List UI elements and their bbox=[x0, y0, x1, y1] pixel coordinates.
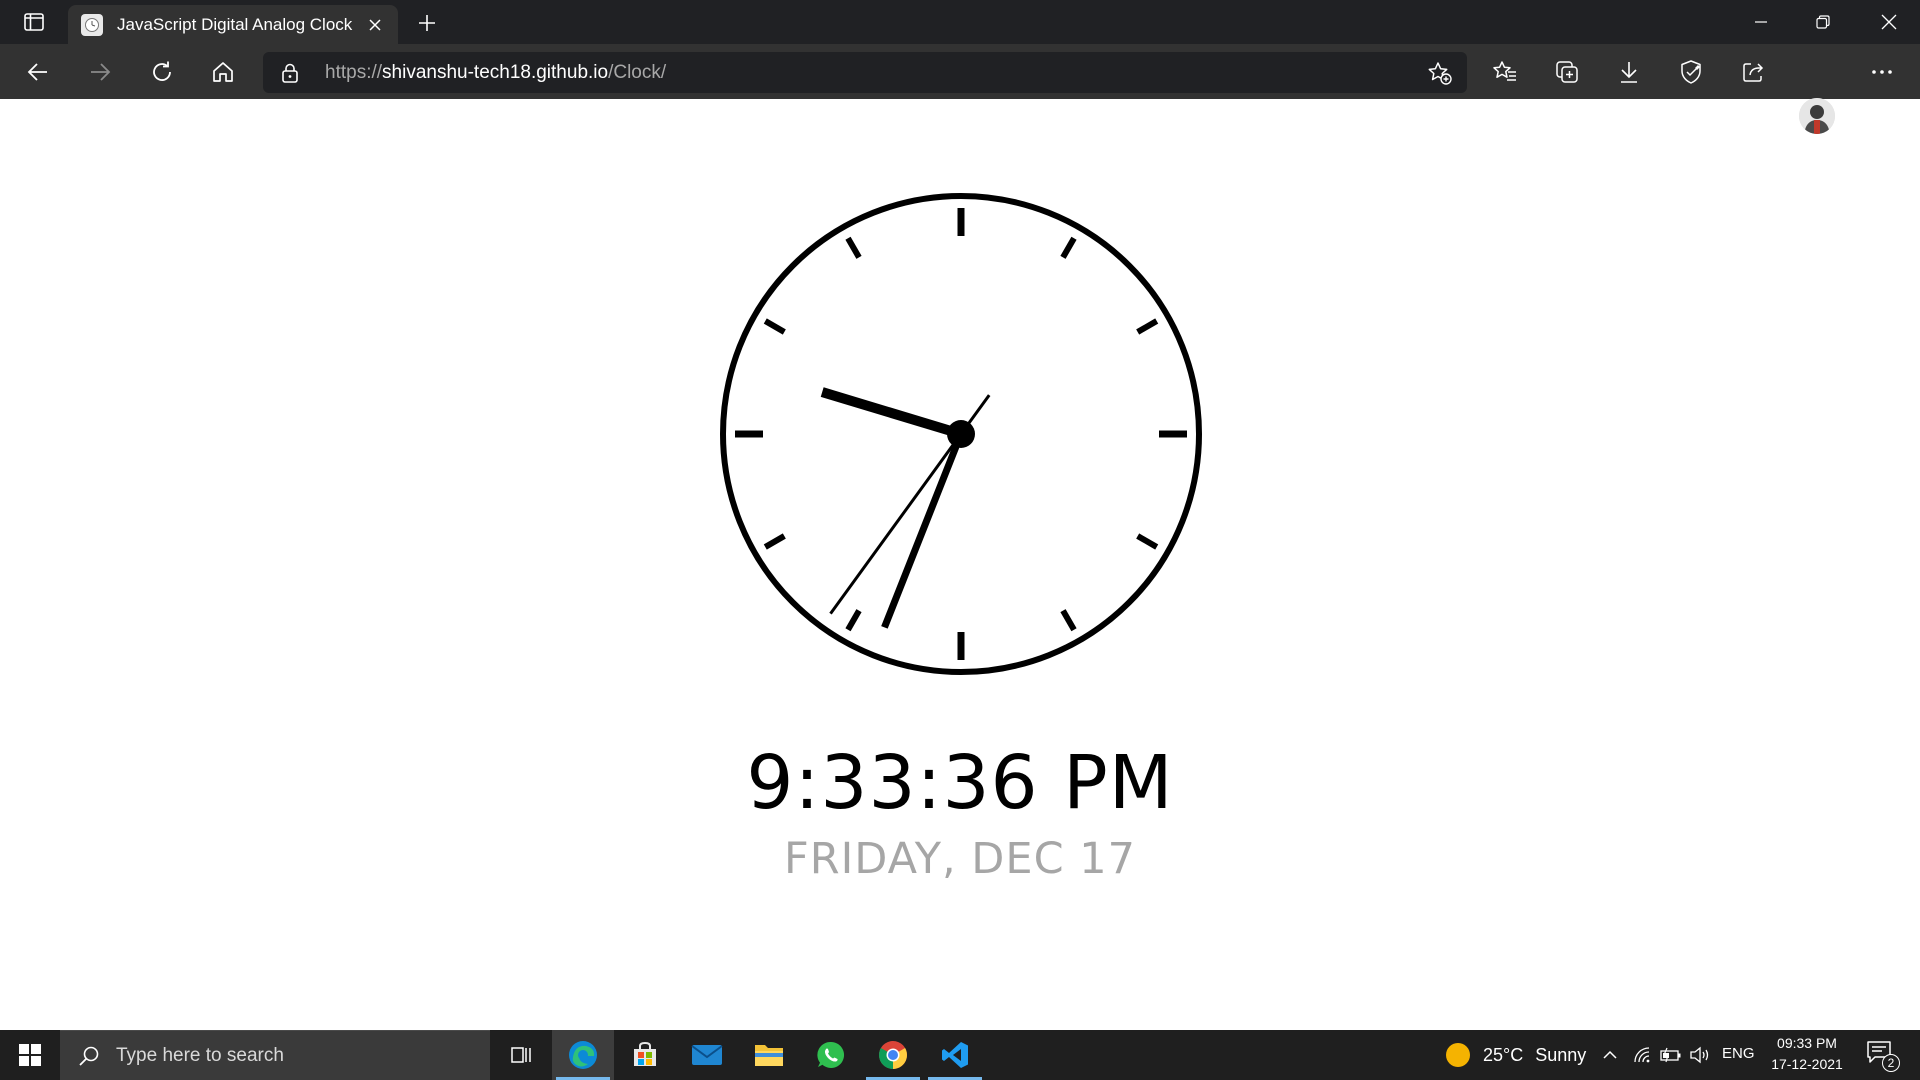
sun-icon bbox=[1446, 1043, 1470, 1067]
add-favorite-icon[interactable] bbox=[1421, 54, 1459, 92]
clock-favicon-icon bbox=[81, 13, 103, 36]
collections-icon[interactable] bbox=[1547, 52, 1587, 92]
favorites-icon[interactable] bbox=[1485, 52, 1525, 92]
start-button[interactable] bbox=[0, 1030, 60, 1080]
minimize-icon[interactable] bbox=[1730, 0, 1792, 44]
back-icon[interactable] bbox=[18, 52, 58, 92]
file-explorer-icon[interactable] bbox=[738, 1030, 800, 1080]
tab-title: JavaScript Digital Analog Clock bbox=[117, 14, 353, 34]
more-options-icon[interactable] bbox=[1862, 52, 1902, 92]
language-indicator[interactable]: ENG bbox=[1722, 1045, 1755, 1062]
address-bar[interactable]: https://shivanshu-tech18.github.io/Clock… bbox=[263, 52, 1467, 93]
clock-center-pin bbox=[947, 420, 975, 448]
battery-icon[interactable] bbox=[1659, 1043, 1683, 1067]
url-host: shivanshu-tech18.github.io bbox=[382, 62, 609, 83]
close-tab-icon[interactable] bbox=[362, 12, 388, 38]
share-icon[interactable] bbox=[1733, 52, 1773, 92]
system-date: 17-12-2021 bbox=[1771, 1056, 1843, 1072]
browser-toolbar: https://shivanshu-tech18.github.io/Clock… bbox=[0, 44, 1920, 134]
weather-widget[interactable]: 25°C Sunny bbox=[1446, 1030, 1586, 1080]
whatsapp-icon[interactable] bbox=[800, 1030, 862, 1080]
system-clock[interactable]: 09:33 PM 17-12-2021 bbox=[1762, 1033, 1852, 1075]
weather-condition: Sunny bbox=[1535, 1044, 1587, 1065]
task-view-icon[interactable] bbox=[490, 1030, 552, 1080]
microsoft-store-icon[interactable] bbox=[614, 1030, 676, 1080]
tab-active[interactable]: JavaScript Digital Analog Clock bbox=[68, 5, 398, 44]
lock-icon[interactable] bbox=[279, 62, 301, 84]
vscode-icon[interactable] bbox=[924, 1030, 986, 1080]
windows-logo-icon bbox=[19, 1044, 41, 1066]
wifi-icon[interactable] bbox=[1630, 1043, 1654, 1067]
browser-essentials-icon[interactable] bbox=[1671, 52, 1711, 92]
digital-time: 9:33:36 PM bbox=[746, 740, 1174, 826]
chevron-up-icon[interactable] bbox=[1598, 1043, 1622, 1067]
browser-titlebar: JavaScript Digital Analog Clock bbox=[0, 0, 1920, 44]
forward-icon[interactable] bbox=[80, 52, 120, 92]
new-tab-icon[interactable] bbox=[410, 8, 444, 38]
taskbar-search[interactable]: Type here to search bbox=[60, 1030, 490, 1080]
tab-actions-icon[interactable] bbox=[14, 8, 54, 36]
weather-temperature: 25°C bbox=[1483, 1044, 1524, 1065]
url-scheme: https:// bbox=[325, 62, 383, 83]
search-icon bbox=[79, 1046, 99, 1066]
digital-date: FRIDAY, DEC 17 bbox=[783, 834, 1137, 884]
refresh-icon[interactable] bbox=[142, 52, 182, 92]
url-path: /Clock/ bbox=[608, 62, 667, 83]
volume-icon[interactable] bbox=[1688, 1043, 1712, 1067]
chrome-icon[interactable] bbox=[862, 1030, 924, 1080]
mail-icon[interactable] bbox=[676, 1030, 738, 1080]
downloads-icon[interactable] bbox=[1609, 52, 1649, 92]
restore-icon[interactable] bbox=[1792, 0, 1854, 44]
analog-clock bbox=[716, 189, 1206, 679]
search-placeholder: Type here to search bbox=[116, 1044, 284, 1066]
close-window-icon[interactable] bbox=[1858, 0, 1920, 44]
notification-count-badge: 2 bbox=[1882, 1054, 1900, 1072]
profile-avatar[interactable] bbox=[1799, 98, 1835, 134]
edge-taskbar-icon[interactable] bbox=[552, 1030, 614, 1080]
url-text[interactable]: https://shivanshu-tech18.github.io/Clock… bbox=[325, 62, 666, 84]
system-time: 09:33 PM bbox=[1777, 1035, 1837, 1051]
notification-center-icon[interactable]: 2 bbox=[1866, 1040, 1900, 1072]
home-icon[interactable] bbox=[203, 52, 243, 92]
windows-taskbar: Type here to search 25°C Sunny ENG 09:33… bbox=[0, 1030, 1920, 1080]
